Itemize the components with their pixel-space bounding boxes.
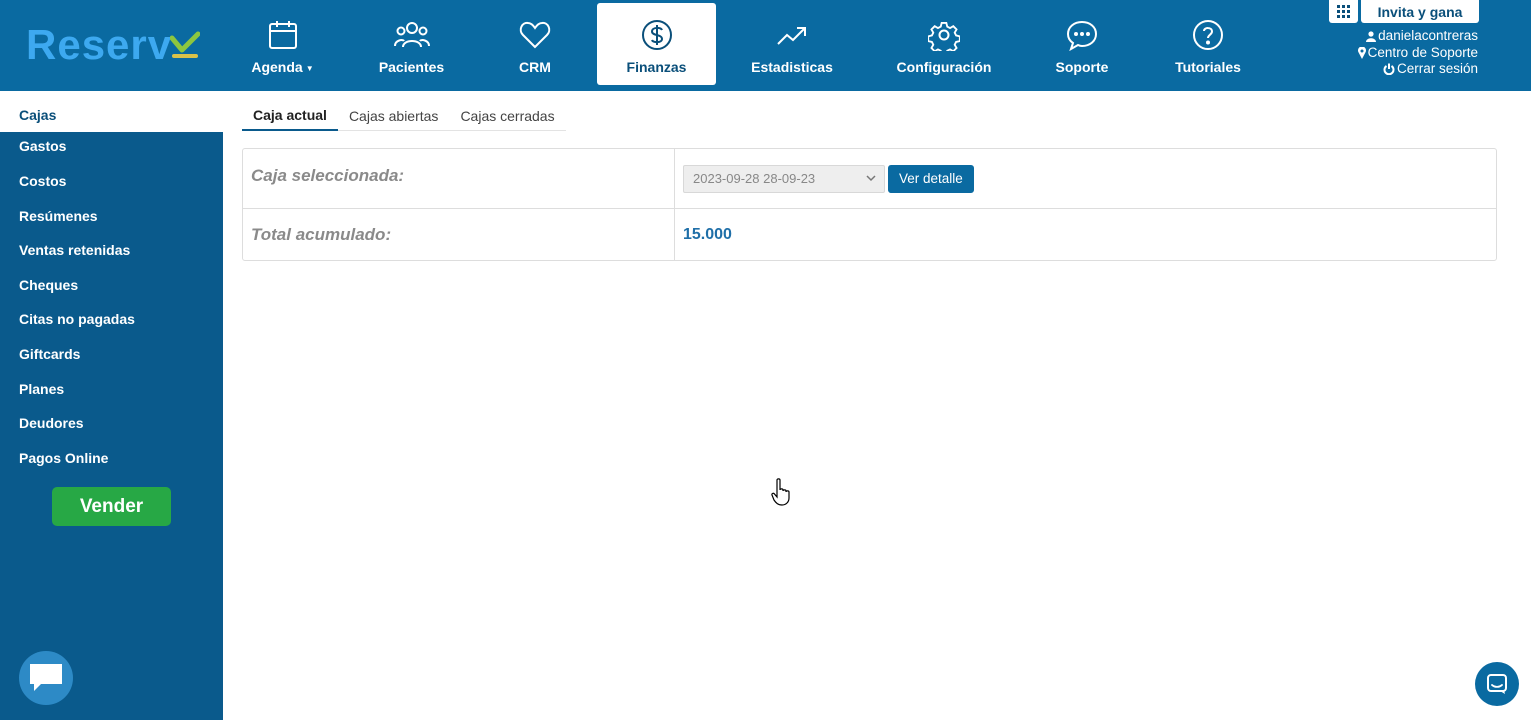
nav-estadisticas-label: Estadisticas <box>751 59 833 75</box>
nav-configuracion[interactable]: Configuración <box>893 3 995 85</box>
support-center-text: Centro de Soporte <box>1367 44 1478 60</box>
nav-crm[interactable]: CRM <box>500 3 570 85</box>
nav-pacientes[interactable]: Pacientes <box>369 3 454 85</box>
nav-pacientes-label: Pacientes <box>378 59 445 75</box>
selected-cash-label: Caja seleccionada: <box>243 149 675 208</box>
nav-tutoriales-label: Tutoriales <box>1175 59 1241 75</box>
sidebar-item-cajas[interactable]: Cajas <box>0 98 223 132</box>
gear-icon <box>928 18 960 52</box>
intercom-chat-button[interactable] <box>1475 662 1519 706</box>
top-navigation-bar: Reserv Agenda ▼ Pacientes CRM Finanzas E… <box>0 0 1531 91</box>
users-icon <box>393 18 430 52</box>
chevron-down-icon <box>866 175 876 182</box>
chat-bubble-icon <box>1066 18 1098 52</box>
grid-icon <box>1337 5 1350 18</box>
support-center-link[interactable]: Centro de Soporte <box>1338 45 1478 62</box>
sidebar-item-ventas-retenidas[interactable]: Ventas retenidas <box>0 233 223 267</box>
sidebar-item-pagos-online[interactable]: Pagos Online <box>0 441 223 475</box>
tab-cajas-cerradas[interactable]: Cajas cerradas <box>449 101 566 131</box>
question-circle-icon <box>1192 18 1224 52</box>
view-detail-button[interactable]: Ver detalle <box>888 164 974 193</box>
user-links: danielacontreras Centro de Soporte Cerra… <box>1338 28 1478 78</box>
nav-agenda[interactable]: Agenda ▼ <box>240 3 325 85</box>
nav-tutoriales[interactable]: Tutoriales <box>1168 3 1248 85</box>
total-label: Total acumulado: <box>243 209 675 261</box>
tab-cajas-abiertas[interactable]: Cajas abiertas <box>337 101 450 131</box>
apps-grid-button[interactable] <box>1329 0 1358 23</box>
sidebar-item-giftcards[interactable]: Giftcards <box>0 337 223 371</box>
nav-configuracion-label: Configuración <box>896 59 992 75</box>
nav-agenda-label: Agenda <box>251 59 303 75</box>
logout-link[interactable]: Cerrar sesión <box>1338 61 1478 78</box>
cash-info-table: Caja seleccionada: 2023-09-28 28-09-23 V… <box>242 148 1497 261</box>
sidebar-item-citas-no-pagadas[interactable]: Citas no pagadas <box>0 302 223 336</box>
hand-cursor-icon <box>771 478 793 511</box>
nav-soporte[interactable]: Soporte <box>1050 3 1114 85</box>
cash-select[interactable]: 2023-09-28 28-09-23 <box>683 164 885 193</box>
power-icon <box>1383 63 1395 76</box>
chat-icon <box>30 664 62 691</box>
logo-text: Reserv <box>26 21 173 68</box>
sidebar-item-gastos[interactable]: Gastos <box>0 129 223 163</box>
dollar-circle-icon <box>641 18 673 52</box>
user-profile-link[interactable]: danielacontreras <box>1338 28 1478 45</box>
user-icon <box>1366 31 1377 42</box>
selected-cash-cell: 2023-09-28 28-09-23 Ver detalle <box>676 149 1496 208</box>
sidebar-item-cheques[interactable]: Cheques <box>0 268 223 302</box>
calendar-icon <box>267 18 299 52</box>
cash-select-value: 2023-09-28 28-09-23 <box>693 171 816 186</box>
invite-button[interactable]: Invita y gana <box>1361 0 1479 23</box>
logout-text: Cerrar sesión <box>1396 61 1478 76</box>
sell-button[interactable]: Vender <box>52 487 171 526</box>
chevron-down-icon: ▼ <box>305 63 314 73</box>
sidebar-top-gap <box>0 91 223 98</box>
sidebar-item-resumenes[interactable]: Resúmenes <box>0 199 223 233</box>
nav-finanzas[interactable]: Finanzas <box>597 3 716 85</box>
trending-up-icon <box>776 18 808 52</box>
username-text: danielacontreras <box>1378 28 1478 43</box>
message-icon <box>1487 674 1507 694</box>
nav-finanzas-label: Finanzas <box>626 59 687 75</box>
nav-crm-label: CRM <box>519 59 551 75</box>
sidebar: Cajas Gastos Costos Resúmenes Ventas ret… <box>0 91 223 720</box>
total-cell: 15.000 <box>676 209 1496 261</box>
selected-cash-row: Caja seleccionada: 2023-09-28 28-09-23 V… <box>243 149 1496 209</box>
total-row: Total acumulado: 15.000 <box>243 209 1496 261</box>
heart-icon <box>519 18 551 52</box>
reservo-logo[interactable]: Reserv <box>26 22 204 68</box>
nav-estadisticas[interactable]: Estadisticas <box>745 3 839 85</box>
tab-caja-actual[interactable]: Caja actual <box>242 101 338 131</box>
sidebar-item-deudores[interactable]: Deudores <box>0 406 223 440</box>
total-value: 15.000 <box>683 226 732 243</box>
logo-check-icon <box>170 22 204 68</box>
nav-soporte-label: Soporte <box>1055 59 1109 75</box>
sidebar-item-costos[interactable]: Costos <box>0 164 223 198</box>
sidebar-item-planes[interactable]: Planes <box>0 372 223 406</box>
chat-widget-button[interactable] <box>19 651 73 705</box>
map-marker-icon <box>1357 46 1366 59</box>
cash-tabs: Caja actual Cajas abiertas Cajas cerrada… <box>242 101 566 131</box>
